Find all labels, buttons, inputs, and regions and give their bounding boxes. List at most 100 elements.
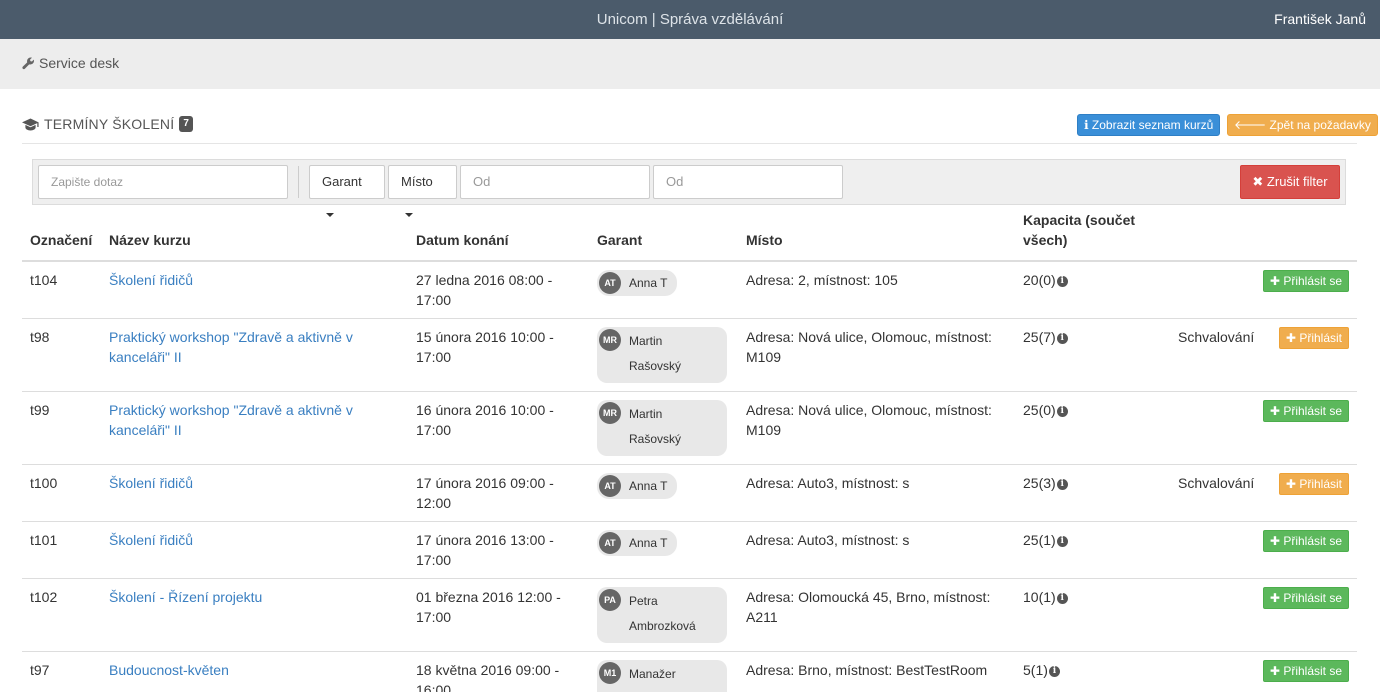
cell-id: t97: [22, 651, 101, 692]
service-desk-label: Service desk: [39, 55, 120, 71]
cell-place: Adresa: 2, místnost: 105: [738, 260, 1015, 319]
user-menu[interactable]: František Janů: [1274, 0, 1366, 39]
header-garant[interactable]: Garant: [589, 210, 738, 262]
search-input[interactable]: Zapište dotaz: [38, 165, 288, 199]
plus-icon: ✚: [1269, 404, 1280, 418]
register-button[interactable]: ✚ Přihlásit: [1278, 473, 1349, 495]
info-icon[interactable]: i: [1056, 592, 1068, 604]
garant-dropdown[interactable]: Garant: [309, 165, 385, 217]
garant-name: Martin Rašovský: [629, 334, 682, 373]
info-icon[interactable]: i: [1056, 405, 1068, 417]
cell-date: 15 února 2016 10:00 - 17:00: [408, 318, 589, 392]
plus-icon: ✚: [1285, 477, 1296, 491]
cell-actions: ✚ Přihlásit se: [1170, 391, 1357, 465]
info-icon[interactable]: i: [1056, 478, 1068, 490]
capacity-value: 25(1): [1023, 532, 1056, 548]
filter-bar: Zapište dotaz Garant Místo Od Od ✖ Zruši…: [32, 159, 1346, 217]
status-text: Schvalování: [1178, 329, 1255, 345]
service-desk-link[interactable]: Service desk: [22, 55, 119, 71]
garant-name: Anna T: [629, 276, 668, 290]
register-button[interactable]: ✚ Přihlásit se: [1262, 587, 1349, 609]
date-from-input[interactable]: Od: [460, 165, 650, 199]
cell-capacity: 20(0) i: [1015, 260, 1170, 319]
info-icon: ℹ: [1084, 118, 1089, 132]
plus-icon: ✚: [1269, 664, 1280, 678]
info-icon[interactable]: i: [1056, 535, 1068, 547]
cell-place: Adresa: Brno, místnost: BestTestRoom: [738, 651, 1015, 692]
info-icon[interactable]: i: [1056, 275, 1068, 287]
cell-date: 17 února 2016 09:00 - 12:00: [408, 464, 589, 522]
cell-date: 18 května 2016 09:00 - 16:00: [408, 651, 589, 692]
register-label: Přihlásit se: [1283, 404, 1342, 418]
cell-garant: AT Anna T: [589, 521, 738, 579]
register-label: Přihlásit se: [1283, 664, 1342, 678]
cell-actions: ✚ Přihlásit se: [1170, 578, 1357, 652]
cell-id: t102: [22, 578, 101, 652]
course-link[interactable]: Budoucnost-květen: [109, 662, 229, 678]
back-button[interactable]: 🡐 Zpět na požadavky: [1227, 114, 1378, 136]
capacity-value: 5(1): [1023, 662, 1048, 678]
garant-chip: M1 Manažer 1Jedna: [597, 660, 727, 692]
garant-chip: PA Petra Ambrozková: [597, 587, 727, 643]
cell-actions: ✚ Přihlásit se: [1170, 260, 1357, 319]
clear-filter-button[interactable]: ✖ Zrušit filter: [1240, 165, 1340, 199]
cell-place: Adresa: Nová ulice, Olomouc, místnost: M…: [738, 318, 1015, 392]
register-button[interactable]: ✚ Přihlásit se: [1262, 660, 1349, 682]
header-oznaceni[interactable]: Označení: [22, 210, 101, 262]
course-link[interactable]: Školení řidičů: [109, 272, 193, 288]
course-link[interactable]: Školení řidičů: [109, 475, 193, 491]
register-label: Přihlásit se: [1283, 534, 1342, 548]
cell-garant: PA Petra Ambrozková: [589, 578, 738, 652]
header-datum[interactable]: Datum konání: [408, 210, 589, 262]
section-title: TERMÍNY ŠKOLENÍ 7: [22, 116, 194, 132]
cell-garant: MR Martin Rašovský: [589, 318, 738, 392]
register-button[interactable]: ✚ Přihlásit se: [1262, 270, 1349, 292]
register-label: Přihlásit: [1299, 477, 1342, 491]
cell-capacity: 25(7) i: [1015, 318, 1170, 392]
register-button[interactable]: ✚ Přihlásit se: [1262, 400, 1349, 422]
cell-name: Školení řidičů: [101, 260, 408, 319]
course-link[interactable]: Školení řidičů: [109, 532, 193, 548]
top-navbar: Unicom | Správa vzdělávání František Jan…: [0, 0, 1380, 39]
cell-name: Praktický workshop "Zdravě a aktivně v k…: [101, 391, 408, 465]
capacity-value: 25(7): [1023, 329, 1056, 345]
register-label: Přihlásit: [1299, 331, 1342, 345]
course-link[interactable]: Praktický workshop "Zdravě a aktivně v k…: [109, 402, 353, 438]
wrench-icon: [22, 57, 35, 69]
capacity-value: 25(0): [1023, 402, 1056, 418]
cell-capacity: 5(1) i: [1015, 651, 1170, 692]
misto-dropdown[interactable]: Místo: [388, 165, 457, 217]
show-courses-button[interactable]: ℹ Zobrazit seznam kurzů: [1077, 114, 1221, 136]
register-button[interactable]: ✚ Přihlásit se: [1262, 530, 1349, 552]
date-to-input[interactable]: Od: [653, 165, 843, 199]
header-actions: [1170, 210, 1357, 262]
avatar: M1: [599, 662, 621, 684]
cell-capacity: 25(0) i: [1015, 391, 1170, 465]
cell-capacity: 10(1) i: [1015, 578, 1170, 652]
garant-name: Anna T: [629, 479, 668, 493]
table-row: t102 Školení - Řízení projektu 01 března…: [22, 578, 1357, 652]
capacity-value: 25(3): [1023, 475, 1056, 491]
table-row: t97 Budoucnost-květen 18 května 2016 09:…: [22, 651, 1357, 692]
garant-chip: AT Anna T: [597, 473, 678, 499]
capacity-value: 10(1): [1023, 589, 1056, 605]
header-nazev[interactable]: Název kurzu: [101, 210, 408, 262]
course-link[interactable]: Školení - Řízení projektu: [109, 589, 262, 605]
table-row: t100 Školení řidičů 17 února 2016 09:00 …: [22, 464, 1357, 522]
cell-date: 16 února 2016 10:00 - 17:00: [408, 391, 589, 465]
cell-actions: Schvalování ✚ Přihlásit: [1170, 318, 1357, 392]
section-header: TERMÍNY ŠKOLENÍ 7 ℹ Zobrazit seznam kurz…: [22, 112, 1378, 144]
info-icon[interactable]: i: [1048, 665, 1060, 677]
course-link[interactable]: Praktický workshop "Zdravě a aktivně v k…: [109, 329, 353, 365]
garant-chip: AT Anna T: [597, 530, 678, 556]
header-kapacita[interactable]: Kapacita (součet všech): [1015, 210, 1170, 262]
garant-name: Martin Rašovský: [629, 407, 682, 446]
register-label: Přihlásit se: [1283, 274, 1342, 288]
misto-dropdown-label: Místo: [401, 174, 433, 189]
info-icon[interactable]: i: [1056, 332, 1068, 344]
garant-dropdown-label: Garant: [322, 174, 362, 189]
app-title: Unicom | Správa vzdělávání: [596, 11, 784, 28]
register-button[interactable]: ✚ Přihlásit: [1278, 327, 1349, 349]
header-misto[interactable]: Místo: [738, 210, 1015, 262]
cell-place: Adresa: Auto3, místnost: s: [738, 521, 1015, 579]
